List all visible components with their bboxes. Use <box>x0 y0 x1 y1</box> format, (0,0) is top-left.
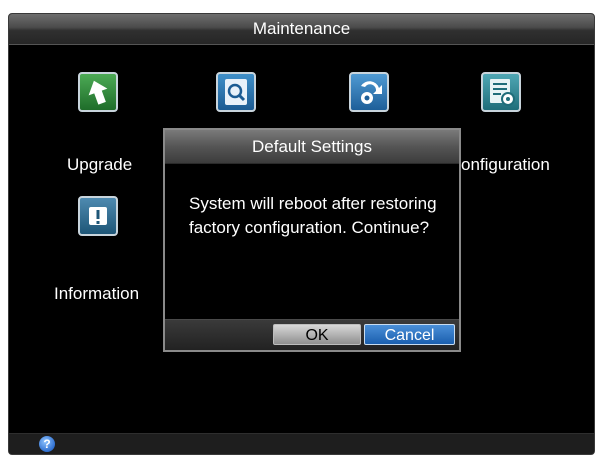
help-icon[interactable]: ? <box>39 436 55 452</box>
dialog-message: System will reboot after restoring facto… <box>189 194 437 237</box>
menu-label-upgrade[interactable]: Upgrade <box>67 155 132 175</box>
upgrade-arrow-icon[interactable] <box>78 72 118 112</box>
maintenance-window: Maintenance Upgrade onfiguration Informa… <box>8 13 595 455</box>
dialog-title: Default Settings <box>165 130 459 164</box>
ok-button[interactable]: OK <box>273 324 361 345</box>
log-search-icon[interactable] <box>216 72 256 112</box>
menu-label-information[interactable]: Information <box>54 284 139 304</box>
window-title: Maintenance <box>9 14 594 45</box>
information-icon[interactable] <box>78 196 118 236</box>
configuration-icon[interactable] <box>481 72 521 112</box>
restore-gear-icon[interactable] <box>349 72 389 112</box>
status-bar: ? <box>9 433 594 454</box>
default-settings-dialog: Default Settings System will reboot afte… <box>163 128 461 352</box>
menu-label-configuration[interactable]: onfiguration <box>461 155 550 175</box>
cancel-button[interactable]: Cancel <box>364 324 455 345</box>
dialog-footer: OK Cancel <box>165 319 459 350</box>
